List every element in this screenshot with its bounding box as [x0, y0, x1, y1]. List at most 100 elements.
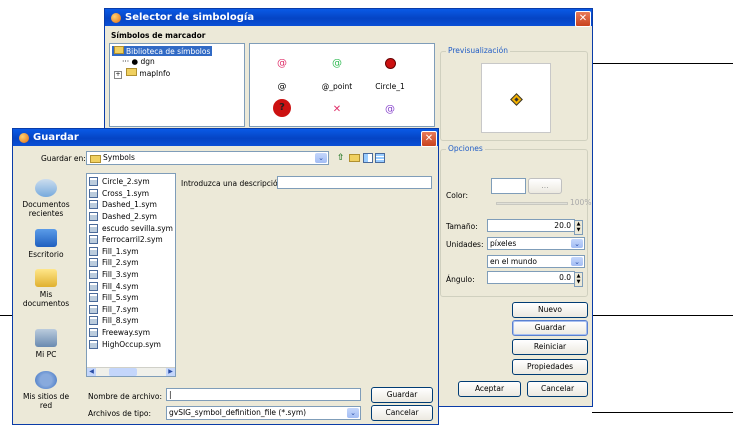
sym-file-icon	[89, 270, 98, 280]
sym-file-icon	[89, 281, 98, 291]
place-my-documents[interactable]: Mis documentos	[17, 269, 75, 308]
list-view-icon[interactable]	[363, 153, 373, 163]
filetype-combo[interactable]: gvSIG_symbol_definition_file (*.sym) ⌄	[166, 406, 361, 420]
up-folder-icon[interactable]: ⇧	[337, 153, 347, 163]
symbol-cell-6[interactable]: Circle_1	[370, 82, 410, 91]
selector-close-button[interactable]: ✕	[575, 11, 591, 27]
list-item[interactable]: Fill_8.sym	[89, 315, 175, 327]
list-item[interactable]: Freeway.sym	[89, 327, 175, 339]
place-network[interactable]: Mis sitios de red	[17, 371, 75, 410]
save-title: Guardar	[33, 132, 79, 143]
sym-file-icon	[89, 339, 98, 349]
sym-file-icon	[89, 328, 98, 338]
tree-item-dgn[interactable]: ··· ● dgn	[122, 57, 155, 66]
list-item[interactable]: Circle_2.sym	[89, 176, 175, 188]
scroll-left-icon[interactable]: ◀	[87, 368, 96, 376]
filename-input[interactable]: |	[166, 388, 361, 401]
list-item[interactable]: HighOccup.sym	[89, 338, 175, 350]
properties-button[interactable]: Propiedades	[512, 359, 588, 375]
description-input[interactable]	[277, 176, 432, 189]
gvsig-app-icon	[19, 132, 29, 143]
horizontal-scrollbar[interactable]: ◀ ▶	[87, 367, 175, 376]
place-my-computer[interactable]: Mi PC	[17, 329, 75, 359]
scroll-thumb[interactable]	[109, 368, 137, 376]
list-item[interactable]: Fill_7.sym	[89, 304, 175, 316]
scroll-right-icon[interactable]: ▶	[166, 368, 175, 376]
list-item[interactable]: Ferrocarril2.sym	[89, 234, 175, 246]
list-item[interactable]: Fill_1.sym	[89, 246, 175, 258]
symbol-cell-2[interactable]: @	[317, 58, 357, 69]
place-desktop[interactable]: Escritorio	[17, 229, 75, 259]
list-item[interactable]: Cross_1.sym	[89, 188, 175, 200]
new-button[interactable]: Nuevo	[512, 302, 588, 318]
size-spinner[interactable]: ▲ ▼	[574, 220, 583, 235]
opacity-slider[interactable]	[496, 202, 568, 205]
list-item[interactable]: Fill_2.sym	[89, 257, 175, 269]
symbol-cell-1[interactable]: @	[262, 58, 302, 69]
background-line-top	[592, 63, 733, 64]
red-circle-symbol-icon	[384, 58, 396, 69]
units-combo[interactable]: píxeles ⌄	[487, 237, 585, 250]
accept-button[interactable]: Aceptar	[458, 381, 521, 397]
sym-file-icon	[89, 212, 98, 222]
sym-file-icon	[89, 200, 98, 210]
cancel-button[interactable]: Cancelar	[527, 381, 588, 397]
selector-title: Selector de simbología	[125, 12, 255, 23]
symbol-label-circle-1: Circle_1	[375, 82, 405, 91]
sym-file-icon	[89, 223, 98, 233]
filename-label: Nombre de archivo:	[88, 392, 162, 401]
angle-input[interactable]: 0.0 ▲ ▼	[487, 271, 583, 287]
library-tree[interactable]: Biblioteca de símbolos ··· ● dgn + mapIn…	[109, 43, 245, 127]
filetype-label: Archivos de tipo:	[88, 409, 151, 418]
desktop-icon	[35, 229, 57, 247]
details-view-icon[interactable]	[375, 153, 385, 163]
preview-label: Previsualización	[446, 46, 510, 55]
color-picker-button[interactable]: ...	[528, 178, 562, 194]
tree-item-library[interactable]: Biblioteca de símbolos	[112, 46, 213, 56]
symbol-cell-7[interactable]: ?	[262, 99, 302, 117]
place-recent-documents[interactable]: Documentos recientes	[17, 179, 75, 218]
units-reference-combo[interactable]: en el mundo ⌄	[487, 255, 585, 268]
save-titlebar: Guardar	[13, 129, 438, 146]
angle-spinner[interactable]: ▲ ▼	[574, 272, 583, 287]
symbol-cell-3[interactable]	[370, 58, 410, 71]
recent-documents-icon	[35, 179, 57, 197]
list-item[interactable]: Dashed_1.sym	[89, 199, 175, 211]
folder-icon	[126, 68, 138, 76]
new-folder-icon[interactable]	[349, 154, 360, 162]
my-computer-icon	[35, 329, 57, 347]
save-close-button[interactable]: ✕	[421, 131, 437, 147]
list-item[interactable]: Fill_5.sym	[89, 292, 175, 304]
preview-box	[481, 63, 551, 133]
dialog-save-button[interactable]: Guardar	[371, 387, 433, 403]
symbol-grid[interactable]: @ @ @ @_point Circle_1 ? ✕ @	[249, 43, 435, 127]
background-line-left	[0, 315, 12, 316]
size-input[interactable]: 20.0 ▲ ▼	[487, 219, 583, 235]
dialog-cancel-button[interactable]: Cancelar	[371, 405, 433, 421]
marker-symbols-header: Símbolos de marcador	[111, 31, 206, 40]
symbol-cell-5[interactable]: @_point	[317, 82, 357, 91]
reset-button[interactable]: Reiniciar	[512, 339, 588, 355]
file-list[interactable]: Circle_2.sym Cross_1.sym Dashed_1.sym Da…	[86, 173, 176, 377]
symbol-cell-4[interactable]: @	[262, 82, 302, 92]
description-label: Introduzca una descripción	[181, 179, 283, 188]
sym-file-icon	[89, 188, 98, 198]
list-item[interactable]: Dashed_2.sym	[89, 211, 175, 223]
network-places-icon	[35, 371, 57, 389]
save-window: Guardar ✕ Guardar en: Symbols ⌄ ⇧ Docume…	[12, 128, 439, 425]
list-item[interactable]: escudo sevilla.sym	[89, 222, 175, 234]
expand-plus-icon[interactable]: +	[114, 71, 122, 79]
symbol-cell-8[interactable]: ✕	[317, 104, 357, 115]
color-swatch[interactable]	[491, 178, 526, 194]
at-symbol-icon: @	[277, 82, 287, 92]
list-item[interactable]: Fill_3.sym	[89, 269, 175, 281]
options-label: Opciones	[446, 144, 485, 153]
sym-file-icon	[89, 246, 98, 256]
folder-icon	[90, 155, 101, 163]
list-item[interactable]: Fill_4.sym	[89, 280, 175, 292]
sym-file-icon	[89, 304, 98, 314]
save-button[interactable]: Guardar	[512, 320, 588, 336]
tree-item-mapinfo[interactable]: + mapInfo	[114, 68, 170, 79]
symbol-cell-9[interactable]: @	[370, 104, 410, 115]
look-in-combo[interactable]: Symbols ⌄	[86, 151, 329, 165]
